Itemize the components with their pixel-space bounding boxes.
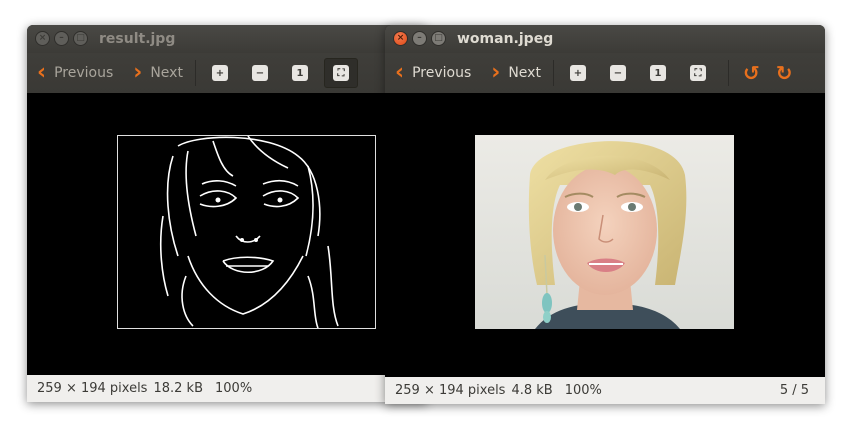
close-icon[interactable]: × xyxy=(393,31,408,46)
image-viewer-window-result: × – □ result.jpg ‹ Previous › Next + − 1… xyxy=(27,25,427,402)
portrait-image-drawing xyxy=(475,135,734,329)
image-position: 5 / 5 xyxy=(779,383,809,398)
maximize-icon[interactable]: □ xyxy=(431,31,446,46)
file-size: 18.2 kB xyxy=(153,381,203,396)
image-canvas[interactable] xyxy=(27,93,427,375)
best-fit-button[interactable]: ⛶ xyxy=(323,58,358,88)
toolbar: ‹ Previous › Next + − 1 ⛶ ↺ ↻ xyxy=(385,53,825,93)
portrait-image xyxy=(475,135,734,329)
edge-detected-image xyxy=(117,135,376,329)
zoom-level: 100% xyxy=(564,383,602,398)
maximize-icon[interactable]: □ xyxy=(73,31,88,46)
next-label: Next xyxy=(508,65,541,81)
window-title: result.jpg xyxy=(99,31,176,47)
zoom-in-icon[interactable]: + xyxy=(569,65,586,81)
title-bar[interactable]: × – □ result.jpg xyxy=(27,25,427,53)
toolbar-separator xyxy=(194,60,196,86)
normal-size-icon[interactable]: 1 xyxy=(291,65,308,81)
previous-button[interactable]: ‹ Previous xyxy=(395,62,471,84)
next-button[interactable]: › Next xyxy=(491,62,541,84)
zoom-in-icon[interactable]: + xyxy=(211,65,228,81)
window-title: woman.jpeg xyxy=(457,31,554,47)
toolbar-separator xyxy=(552,60,554,86)
toolbar: ‹ Previous › Next + − 1 ⛶ xyxy=(27,53,427,93)
next-label: Next xyxy=(150,65,183,81)
image-dimensions: 259 × 194 pixels xyxy=(395,383,506,398)
window-controls: × – □ xyxy=(35,31,88,46)
chevron-right-icon: › xyxy=(133,60,143,85)
chevron-right-icon: › xyxy=(491,60,501,85)
rotate-right-icon[interactable]: ↻ xyxy=(776,61,793,85)
chevron-left-icon: ‹ xyxy=(395,60,405,85)
chevron-left-icon: ‹ xyxy=(37,60,47,85)
edge-image-drawing xyxy=(159,135,339,329)
minimize-icon[interactable]: – xyxy=(412,31,427,46)
previous-button[interactable]: ‹ Previous xyxy=(37,62,113,84)
rotate-left-icon[interactable]: ↺ xyxy=(743,61,760,85)
toolbar-separator xyxy=(727,60,729,86)
best-fit-icon[interactable]: ⛶ xyxy=(689,65,706,81)
title-bar[interactable]: × – □ woman.jpeg xyxy=(385,25,825,53)
window-controls: × – □ xyxy=(393,31,446,46)
status-bar: 259 × 194 pixels 18.2 kB 100% xyxy=(27,375,427,402)
zoom-level: 100% xyxy=(215,381,253,396)
file-size: 4.8 kB xyxy=(511,383,553,398)
zoom-out-icon[interactable]: − xyxy=(609,65,626,81)
previous-label: Previous xyxy=(412,65,472,81)
zoom-out-icon[interactable]: − xyxy=(251,65,268,81)
best-fit-icon: ⛶ xyxy=(332,65,349,81)
minimize-icon[interactable]: – xyxy=(54,31,69,46)
status-bar: 259 × 194 pixels 4.8 kB 100% 5 / 5 xyxy=(385,377,825,404)
image-viewer-window-woman: × – □ woman.jpeg ‹ Previous › Next + − 1… xyxy=(385,25,825,404)
next-button[interactable]: › Next xyxy=(133,62,183,84)
close-icon[interactable]: × xyxy=(35,31,50,46)
normal-size-icon[interactable]: 1 xyxy=(649,65,666,81)
image-canvas[interactable] xyxy=(385,93,825,377)
image-dimensions: 259 × 194 pixels xyxy=(37,381,148,396)
previous-label: Previous xyxy=(54,65,114,81)
